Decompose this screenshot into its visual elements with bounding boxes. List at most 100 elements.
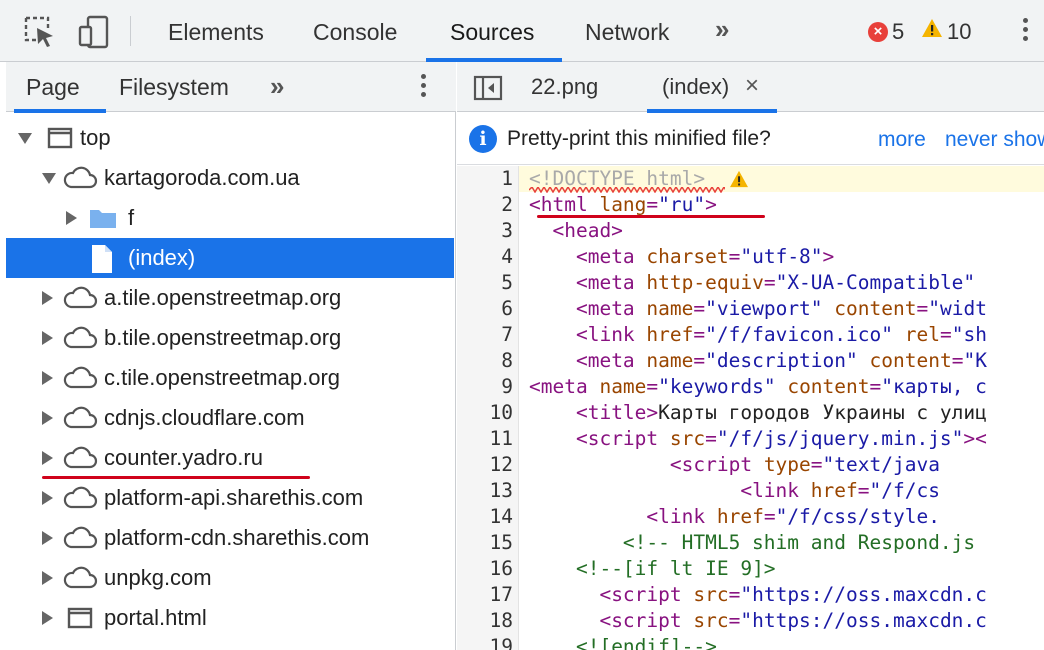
code-line: <title>Карты городов Украины с улиц [575, 401, 987, 424]
inspect-element-icon[interactable] [22, 14, 58, 50]
tab-filesystem[interactable]: Filesystem [119, 62, 229, 112]
tab-console[interactable]: Console [313, 0, 397, 62]
tree-item-label: portal.html [104, 605, 207, 630]
collapsed-arrow-icon[interactable] [42, 491, 53, 505]
folder-icon [88, 204, 118, 237]
tab-elements[interactable]: Elements [168, 0, 264, 62]
tree-item[interactable]: b.tile.openstreetmap.org [6, 318, 454, 358]
code-line: <script src="https://oss.maxcdn.c [599, 583, 987, 606]
editor-tab-22-png[interactable]: 22.png [531, 62, 598, 112]
tab-network[interactable]: Network [585, 0, 669, 62]
collapsed-arrow-icon[interactable] [42, 571, 53, 585]
devtools-toolbar: Elements Console Sources Network » × 5 10 [0, 0, 1044, 62]
active-nav-tab-indicator [14, 109, 106, 113]
cloud-icon [62, 284, 98, 317]
collapsed-arrow-icon[interactable] [42, 611, 53, 625]
line-number: 18 [489, 609, 513, 632]
code-line: <script src="/f/js/jquery.min.js">< [575, 427, 987, 450]
line-number: 5 [501, 271, 513, 294]
device-toolbar-icon[interactable] [76, 14, 112, 50]
cloud-icon [62, 164, 98, 197]
tree-item[interactable]: (index) [6, 238, 454, 278]
collapsed-arrow-icon[interactable] [42, 451, 53, 465]
tree-item[interactable]: counter.yadro.ru [6, 438, 454, 478]
warning-count-badge[interactable]: 10 [921, 18, 971, 46]
collapsed-arrow-icon[interactable] [42, 371, 53, 385]
collapsed-arrow-icon[interactable] [66, 211, 77, 225]
code-editor[interactable]: 1 2 3 4 5 6 7 8 9 10 11 12 13 14 15 16 17 18 19 <!DOCTYPE … [457, 166, 1044, 650]
tree-item-label: (index) [128, 245, 196, 270]
tree-item-label: platform-cdn.sharethis.com [104, 525, 370, 550]
tree-item-label: platform-api.sharethis.com [104, 485, 364, 510]
infobar-more-link[interactable]: more [878, 113, 926, 167]
more-nav-tabs-chevron-icon[interactable]: » [270, 71, 285, 102]
tree-item[interactable]: top [6, 118, 454, 158]
collapsed-arrow-icon[interactable] [42, 291, 53, 305]
line-number: 11 [489, 427, 513, 450]
collapsed-arrow-icon[interactable] [42, 411, 53, 425]
annotation-underline-counter [42, 476, 310, 479]
infobar-never-show-link[interactable]: never show [945, 113, 1044, 167]
tree-item-label: f [128, 205, 135, 230]
code-line: <!--[if lt IE 9]> [575, 557, 776, 580]
tree-item-label: unpkg.com [104, 565, 212, 590]
code-line: <link href="/f/favicon.ico" rel="sh [575, 323, 987, 346]
tab-sources[interactable]: Sources [450, 0, 534, 62]
annotation-underline-html-lang [537, 215, 765, 218]
tree-item[interactable]: f [6, 198, 454, 238]
code-line: <meta http-equiv="X-UA-Compatible" [575, 271, 976, 294]
tree-item[interactable]: platform-cdn.sharethis.com [6, 518, 454, 558]
editor-panel: 22.png (index) × i Pretty-print this min… [457, 62, 1044, 650]
cloud-icon [62, 444, 98, 477]
code-line: <meta name="viewport" content="widt [575, 297, 987, 320]
code-line: <head> [552, 219, 623, 242]
tree-item[interactable]: cdnjs.cloudflare.com [6, 398, 454, 438]
cloud-icon [62, 324, 98, 357]
collapsed-arrow-icon[interactable] [42, 531, 53, 545]
toolbar-separator [130, 16, 131, 46]
code-line: <link href="/f/css/style. [646, 505, 940, 528]
line-number: 19 [489, 635, 513, 650]
tree-item[interactable]: kartagoroda.com.ua [6, 158, 454, 198]
tree-item-label: top [80, 125, 111, 150]
tree-item-label: a.tile.openstreetmap.org [104, 285, 342, 310]
tree-item-label: c.tile.openstreetmap.org [104, 365, 341, 390]
line-number: 6 [501, 297, 513, 320]
tree-item[interactable]: unpkg.com [6, 558, 454, 598]
infobar-message: Pretty-print this minified file? [507, 127, 771, 150]
code-line: <!-- HTML5 shim and Respond.js [622, 531, 976, 554]
navigator-tabs: Page Filesystem » [6, 62, 456, 113]
line-warning-icon[interactable] [729, 170, 749, 188]
error-count-badge[interactable]: × 5 [868, 18, 904, 46]
kebab-menu-icon[interactable] [1023, 18, 1029, 45]
more-tabs-chevron-icon[interactable]: » [715, 14, 730, 45]
tree-item-label: counter.yadro.ru [104, 445, 263, 470]
file-icon [90, 244, 114, 279]
tree-item[interactable]: portal.html [6, 598, 454, 638]
frame-icon [66, 604, 94, 637]
line-number-gutter: 1 2 3 4 5 6 7 8 9 10 11 12 13 14 15 16 17 18 19 [457, 166, 519, 650]
warning-count: 10 [947, 19, 972, 44]
tree-item[interactable]: c.tile.openstreetmap.org [6, 358, 454, 398]
tree-item[interactable]: a.tile.openstreetmap.org [6, 278, 454, 318]
expanded-arrow-icon[interactable] [42, 173, 56, 184]
navigator-kebab-menu-icon[interactable] [421, 74, 427, 101]
line-number: 10 [489, 401, 513, 424]
frame-icon [46, 124, 74, 157]
tab-page[interactable]: Page [26, 62, 80, 112]
code-line: <link href="/f/cs [740, 479, 940, 502]
line-number: 14 [489, 505, 513, 528]
toggle-navigator-icon[interactable] [473, 75, 503, 106]
expanded-arrow-icon[interactable] [18, 133, 32, 144]
syntax-error-squiggle [529, 187, 725, 193]
tree-item[interactable]: platform-api.sharethis.com [6, 478, 454, 518]
collapsed-arrow-icon[interactable] [42, 331, 53, 345]
cloud-icon [62, 524, 98, 557]
line-number: 9 [501, 375, 513, 398]
code-line: <script type="text/java [669, 453, 940, 476]
editor-tab-index[interactable]: (index) [662, 62, 729, 112]
close-tab-icon[interactable]: × [745, 62, 759, 112]
tree-item-label: b.tile.openstreetmap.org [104, 325, 342, 350]
line-number: 16 [489, 557, 513, 580]
line-number: 7 [501, 323, 513, 346]
